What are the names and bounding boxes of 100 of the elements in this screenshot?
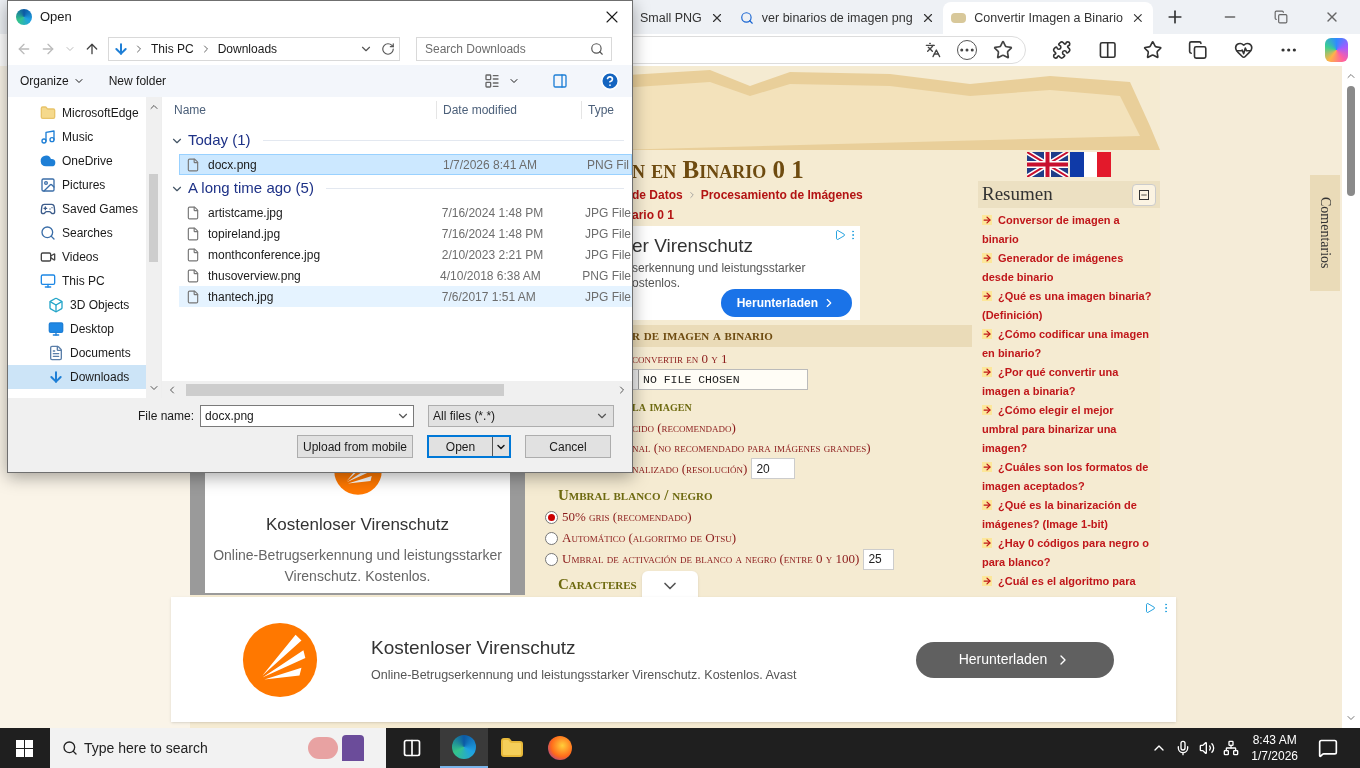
group-header[interactable]: A long time ago (5) — [188, 177, 314, 200]
download-button[interactable]: Herunterladen — [720, 288, 852, 317]
nav-item[interactable]: Music — [8, 125, 146, 149]
up-icon[interactable] — [84, 41, 100, 57]
collapse-icon — [1139, 189, 1149, 200]
upload-from-mobile-button[interactable]: Upload from mobile — [297, 435, 414, 458]
collapse-button[interactable] — [1132, 183, 1156, 206]
file-type-select[interactable]: All files (*.*) — [428, 405, 615, 427]
group-header[interactable]: Today (1) — [188, 129, 251, 152]
summary-link[interactable]: ¿Cuál es el algoritmo para — [982, 572, 1152, 591]
nav-item[interactable]: Downloads — [8, 365, 146, 389]
page-scrollbar[interactable] — [1342, 66, 1360, 728]
nav-item[interactable]: MicrosoftEdge — [8, 101, 146, 125]
download-button[interactable]: Herunterladen — [916, 641, 1114, 678]
picture-icon — [40, 177, 56, 193]
file-row[interactable]: monthconference.jpg 2/10/2023 2:21 PM JPG File — [179, 244, 632, 265]
summary-link[interactable]: ¿Cómo elegir el mejor umbral para binarizar una imagen? — [982, 401, 1152, 458]
network-icon[interactable] — [1223, 740, 1240, 756]
speaker-icon[interactable] — [1199, 740, 1216, 756]
breadcrumb-link[interactable]: de Datos — [632, 186, 683, 204]
translate-icon[interactable] — [925, 42, 942, 58]
file-input[interactable]: NO FILE CHOSEN — [630, 369, 808, 391]
nav-item[interactable]: Desktop — [8, 317, 146, 341]
summary-link[interactable]: ¿Hay 0 códigos para negro o para blanco? — [982, 534, 1152, 572]
resolution-field[interactable]: 20 — [751, 458, 796, 479]
ad-choices-icon[interactable] — [834, 229, 846, 241]
file-row[interactable]: thusoverview.png 4/10/2018 6:38 AM PNG File — [179, 265, 632, 286]
scrollbar[interactable] — [146, 97, 161, 398]
refresh-icon[interactable] — [381, 42, 395, 56]
cancel-button[interactable]: Cancel — [525, 435, 612, 458]
view-options-icon[interactable] — [484, 73, 500, 89]
split-screen-icon[interactable] — [1097, 40, 1118, 60]
nav-item[interactable]: Documents — [8, 341, 146, 365]
nav-item[interactable]: This PC — [8, 269, 146, 293]
path-segment[interactable]: Downloads — [215, 40, 280, 58]
favorites-icon[interactable] — [1143, 40, 1163, 60]
breadcrumb-current: ario 0 1 — [632, 207, 676, 224]
search-icon — [40, 225, 56, 241]
nav-item[interactable]: Searches — [8, 221, 146, 245]
task-view-icon[interactable] — [402, 738, 422, 758]
file-icon — [186, 289, 200, 304]
scrollbar-thumb[interactable] — [1347, 86, 1355, 196]
file-row[interactable]: topireland.jpg 7/16/2024 1:48 PM JPG File — [179, 223, 632, 244]
file-row[interactable]: thantech.jpg 7/6/2017 1:51 AM JPG File — [179, 286, 632, 307]
path-segment[interactable]: This PC — [149, 40, 196, 58]
file-icon — [186, 226, 200, 241]
collections-icon[interactable] — [1188, 40, 1208, 60]
nav-item[interactable]: OneDrive — [8, 149, 146, 173]
file-name-field[interactable]: docx.png — [200, 405, 415, 427]
file-type: PNG File — [582, 267, 631, 285]
browser-tab[interactable]: Small PNG — [632, 2, 732, 34]
music-note-icon — [40, 129, 56, 145]
summary-link[interactable]: ¿Por qué convertir una imagen a binaria? — [982, 363, 1152, 401]
nav-item[interactable]: 3D Objects — [8, 293, 146, 317]
document-icon — [48, 345, 64, 361]
copilot-logo-icon[interactable] — [1324, 38, 1348, 62]
summary-link[interactable]: Generador de imágenes desde binario — [982, 249, 1152, 287]
file-row[interactable]: docx.png 1/7/2026 8:41 AM PNG Fil — [179, 154, 632, 175]
favorite-star-icon[interactable] — [993, 40, 1014, 60]
radio-button[interactable] — [545, 552, 558, 566]
summary-link[interactable]: Conversor de imagen a binario — [982, 211, 1152, 249]
browser-tab[interactable]: Convertir Imagen a Binario — [942, 2, 1153, 34]
summary-link[interactable]: ¿Qué es la binarización de imágenes? (Image 1-bit) — [982, 496, 1152, 534]
summary-link[interactable]: ¿Cuáles son los formatos de imagen aceptados? — [982, 458, 1152, 496]
ad-title: er Virenschutz — [632, 234, 754, 258]
help-icon[interactable] — [600, 71, 620, 91]
taskbar-app[interactable] — [440, 728, 488, 768]
health-icon[interactable] — [1233, 40, 1254, 60]
notifications-icon[interactable] — [1318, 738, 1338, 758]
file-type: JPG File — [585, 204, 631, 222]
clock[interactable]: 8:43 AM 1/7/2026 — [1251, 732, 1298, 764]
threshold-field[interactable]: 25 — [863, 548, 895, 570]
open-button[interactable]: Open — [427, 435, 512, 458]
browser-tab[interactable]: ver binarios de imagen png — [731, 2, 943, 34]
file-row[interactable]: artistcame.jpg 7/16/2024 1:48 PM JPG File — [179, 202, 632, 223]
ad-choices-icon[interactable] — [1144, 602, 1156, 614]
column-header[interactable]: Type — [582, 101, 614, 119]
nav-item[interactable]: Saved Games — [8, 197, 146, 221]
comments-tab[interactable]: Comentarios — [1310, 175, 1340, 291]
toolbar-button[interactable]: New folder — [108, 72, 167, 90]
toolbar-button[interactable]: Organize — [20, 72, 85, 90]
scrollbar-thumb[interactable] — [149, 173, 158, 262]
search-icon — [62, 740, 78, 756]
breadcrumb-link[interactable]: Procesamiento de Imágenes — [700, 186, 863, 204]
summary-link[interactable]: ¿Cómo codificar una imagen en binario? — [982, 325, 1152, 363]
preview-pane-icon[interactable] — [552, 73, 568, 89]
windows-start-icon[interactable] — [16, 739, 33, 757]
radio-button[interactable] — [545, 510, 558, 524]
address-bar[interactable]: This PC Downloads — [108, 37, 400, 61]
nav-item[interactable]: Videos — [8, 245, 146, 269]
radio-button[interactable] — [545, 531, 558, 545]
extensions-icon[interactable] — [1052, 40, 1072, 60]
search-field[interactable]: Search Downloads — [416, 37, 612, 61]
column-header[interactable]: Name — [162, 101, 437, 119]
taskbar-search-field[interactable]: Type here to search — [50, 728, 386, 768]
nav-item[interactable]: Pictures — [8, 173, 146, 197]
restore-icon[interactable] — [1274, 10, 1288, 24]
file-name: monthconference.jpg — [207, 246, 322, 264]
summary-link[interactable]: ¿Qué es una imagen binaria? (Definición) — [982, 287, 1152, 325]
column-header[interactable]: Date modified — [437, 101, 582, 119]
